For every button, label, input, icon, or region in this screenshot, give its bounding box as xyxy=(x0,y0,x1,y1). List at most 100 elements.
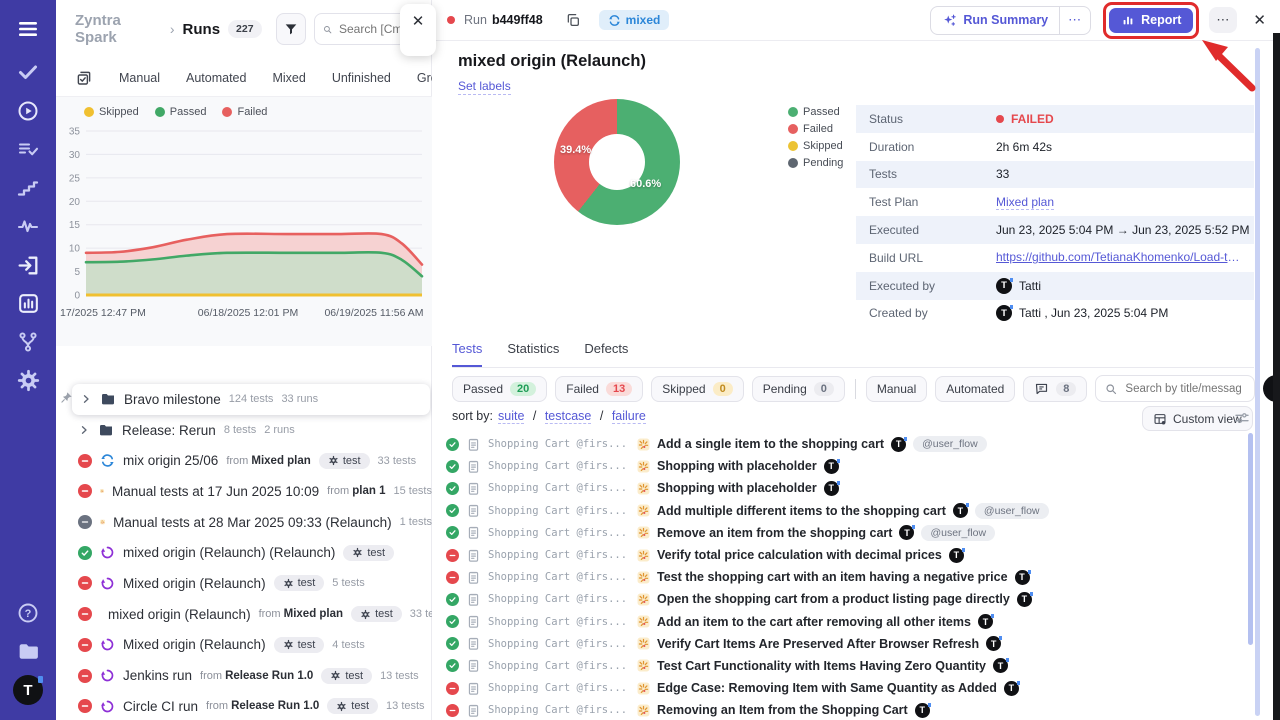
test-row[interactable]: Shopping Cart @firs... Open the shopping… xyxy=(446,588,1256,610)
view-settings-icon[interactable] xyxy=(1234,410,1250,431)
run-detail-close-button[interactable]: ✕ xyxy=(1249,11,1270,29)
detail-value: 2h 6m 42s xyxy=(996,140,1052,154)
tab-defects[interactable]: Defects xyxy=(584,341,628,367)
manual-spark-icon xyxy=(637,704,650,717)
panel-close-button[interactable]: ✕ xyxy=(400,4,436,56)
detail-url-link[interactable]: https://github.com/TetianaKhomenko/Load-… xyxy=(996,244,1246,272)
copy-run-id-button[interactable] xyxy=(565,12,581,28)
sign-in-icon[interactable] xyxy=(0,249,56,281)
passed-icon xyxy=(446,504,459,517)
detail-row: Tests33 xyxy=(856,161,1254,189)
runs-tab-mixed[interactable]: Mixed xyxy=(272,71,305,85)
svg-text:0: 0 xyxy=(74,291,80,302)
bar-chart-icon[interactable] xyxy=(0,287,56,319)
test-row[interactable]: Shopping Cart @firs... Test Cart Functio… xyxy=(446,655,1256,677)
panel-scrollbar[interactable] xyxy=(1255,48,1260,716)
help-icon[interactable]: ? xyxy=(0,597,56,629)
runs-tab-automated[interactable]: Automated xyxy=(186,71,246,85)
sort-by-failure[interactable]: failure xyxy=(612,409,646,424)
play-circle-icon[interactable] xyxy=(0,95,56,127)
run-row[interactable]: mixed origin (Relaunch) (Relaunch)test xyxy=(56,537,432,568)
filter-chip-failed[interactable]: Failed13 xyxy=(555,376,643,402)
test-row[interactable]: Shopping Cart @firs... Add an item to th… xyxy=(446,611,1256,633)
run-summary-more-button[interactable]: ⋯ xyxy=(1059,6,1090,35)
test-row[interactable]: Shopping Cart @firs... Add multiple diff… xyxy=(446,500,1256,522)
donut-passed-label: 60.6% xyxy=(630,178,661,190)
test-tag[interactable]: @user_flow xyxy=(921,525,995,541)
manual-spark-icon xyxy=(637,659,650,672)
run-group-row[interactable]: Bravo milestone124 tests33 runs xyxy=(72,384,430,415)
filter-chip-manual[interactable]: Manual xyxy=(866,376,927,402)
run-row[interactable]: Mixed origin (Relaunch)test5 tests xyxy=(56,568,432,599)
test-row[interactable]: Shopping Cart @firs... Shopping with pla… xyxy=(446,477,1256,499)
filter-chip-skipped[interactable]: Skipped0 xyxy=(651,376,744,402)
report-button[interactable]: Report xyxy=(1109,8,1193,33)
steps-icon[interactable] xyxy=(0,172,56,204)
sort-by-suite[interactable]: suite xyxy=(498,409,524,424)
filter-chip-passed[interactable]: Passed20 xyxy=(452,376,547,402)
svg-text:20: 20 xyxy=(69,197,81,208)
custom-view-label: Custom view xyxy=(1173,412,1242,426)
menu-icon[interactable] xyxy=(0,13,56,45)
run-row[interactable]: Manual tests at 28 Mar 2025 09:33 (Relau… xyxy=(56,507,432,538)
run-row[interactable]: Mixed origin (Relaunch)test4 tests xyxy=(56,630,432,661)
run-row[interactable]: mix origin 25/06from Mixed plantest33 te… xyxy=(56,445,432,476)
filter-button[interactable] xyxy=(276,13,306,45)
tab-statistics[interactable]: Statistics xyxy=(507,341,559,367)
clipboard-icon xyxy=(466,503,481,518)
runs-tab-manual[interactable]: Manual xyxy=(119,71,160,85)
tests-search-input[interactable] xyxy=(1123,382,1243,396)
run-group-row[interactable]: Release: Rerun8 tests2 runs xyxy=(56,415,432,446)
test-row[interactable]: Shopping Cart @firs... Verify total pric… xyxy=(446,544,1256,566)
test-row[interactable]: Shopping Cart @firs... Add a single item… xyxy=(446,433,1256,455)
filter-chip-automated[interactable]: Automated xyxy=(935,376,1015,402)
test-row[interactable]: Shopping Cart @firs... Removing an Item … xyxy=(446,699,1256,720)
branch-icon[interactable] xyxy=(0,326,56,358)
passed-icon xyxy=(446,460,459,473)
tests-search[interactable] xyxy=(1095,375,1255,402)
breadcrumb-project[interactable]: Zyntra Spark xyxy=(75,12,162,46)
runs-check-icon[interactable] xyxy=(0,56,56,88)
user-avatar[interactable]: T xyxy=(0,674,56,706)
run-row[interactable]: Manual tests at 17 Jun 2025 10:09from pl… xyxy=(56,476,432,507)
test-tag[interactable]: @user_flow xyxy=(975,503,1049,519)
svg-text:?: ? xyxy=(25,608,32,620)
detail-link[interactable]: Mixed plan xyxy=(996,195,1054,210)
relaunch-icon xyxy=(100,545,115,560)
test-type-chip: test xyxy=(351,606,402,622)
filter-count: 0 xyxy=(814,382,834,396)
test-row[interactable]: Shopping Cart @firs... Edge Case: Removi… xyxy=(446,677,1256,699)
sort-by-testcase[interactable]: testcase xyxy=(545,409,592,424)
projects-folder-icon[interactable] xyxy=(0,635,56,667)
legend-dot xyxy=(222,107,232,117)
tests-scrollbar[interactable] xyxy=(1248,433,1253,645)
activity-pulse-icon[interactable] xyxy=(0,210,56,242)
test-tag[interactable]: @user_flow xyxy=(913,436,987,452)
run-row[interactable]: mixed origin (Relaunch)from Mixed plante… xyxy=(56,599,432,630)
tab-tests[interactable]: Tests xyxy=(452,341,482,367)
avatar: T xyxy=(1017,592,1032,607)
set-labels-link[interactable]: Set labels xyxy=(458,79,511,95)
test-row[interactable]: Shopping Cart @firs... Shopping with pla… xyxy=(446,455,1256,477)
gear-icon xyxy=(283,578,294,589)
list-check-icon[interactable] xyxy=(0,134,56,166)
run-type-badge[interactable]: mixed xyxy=(599,10,670,30)
run-row[interactable]: Circle CI runfrom Release Run 1.0test13 … xyxy=(56,691,432,720)
select-runs-icon[interactable] xyxy=(75,69,93,87)
settings-gear-icon[interactable] xyxy=(0,364,56,396)
runs-tab-unfinished[interactable]: Unfinished xyxy=(332,71,391,85)
clipboard-icon xyxy=(466,459,481,474)
failed-icon xyxy=(78,607,92,621)
run-from: from plan 1 xyxy=(327,485,385,497)
filter-chip-pending[interactable]: Pending0 xyxy=(752,376,845,402)
comment-bubble-icon xyxy=(1034,381,1049,396)
test-row[interactable]: Shopping Cart @firs... Remove an item fr… xyxy=(446,522,1256,544)
group-meta: 33 runs xyxy=(281,393,318,405)
run-row[interactable]: Jenkins runfrom Release Run 1.0test13 te… xyxy=(56,660,432,691)
test-row[interactable]: Shopping Cart @firs... Verify Cart Items… xyxy=(446,633,1256,655)
test-row[interactable]: Shopping Cart @firs... Test the shopping… xyxy=(446,566,1256,588)
run-summary-button[interactable]: Run Summary xyxy=(931,13,1059,28)
more-options-button[interactable]: ⋯ xyxy=(1209,7,1237,33)
detail-row: Test PlanMixed plan xyxy=(856,188,1254,216)
comments-filter-chip[interactable]: 8 xyxy=(1023,376,1087,402)
